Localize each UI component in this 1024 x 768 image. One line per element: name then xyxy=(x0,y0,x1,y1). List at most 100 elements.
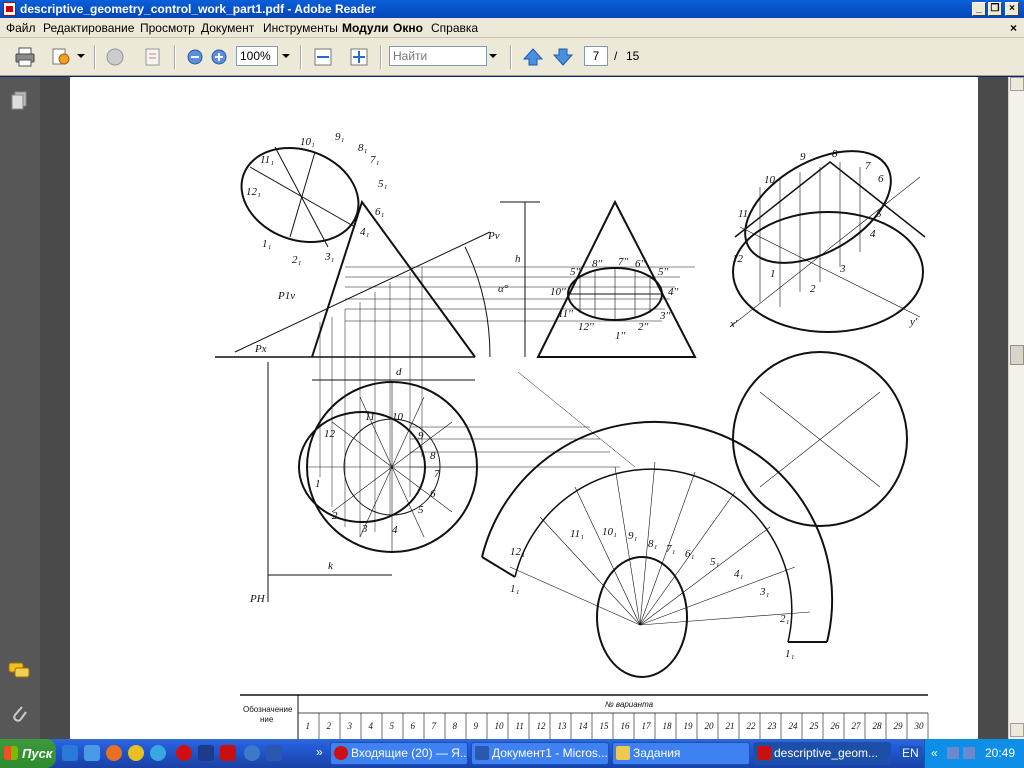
previous-page-icon[interactable] xyxy=(522,46,544,68)
task-label: Документ1 - Micros... xyxy=(492,746,608,760)
drawing-label: 3'' xyxy=(659,310,671,322)
menu-help[interactable]: Справка xyxy=(431,21,478,35)
firefox-icon[interactable] xyxy=(106,745,122,761)
drawing-label: 2 xyxy=(810,283,816,295)
zoom-out-icon[interactable] xyxy=(184,46,206,68)
variant-number: 24 xyxy=(789,721,799,731)
pages-panel-icon[interactable] xyxy=(10,91,28,111)
variant-number: 4 xyxy=(369,721,374,731)
task-adobe-reader[interactable]: descriptive_geom... xyxy=(753,742,891,765)
menu-tools[interactable]: Инструменты xyxy=(263,21,338,35)
menu-edit[interactable]: Редактирование xyxy=(43,21,134,35)
drawing-label: 12'' xyxy=(578,321,594,333)
drawing-label: 12 xyxy=(732,253,744,265)
fit-width-icon[interactable] xyxy=(312,46,334,68)
opera-icon[interactable] xyxy=(176,745,192,761)
variant-number: 21 xyxy=(726,721,735,731)
variant-number: 23 xyxy=(768,721,778,731)
scroll-thumb[interactable] xyxy=(1010,345,1024,365)
chevron-icon[interactable]: » xyxy=(316,745,323,759)
maximize-button[interactable]: ❐ xyxy=(988,2,1002,16)
app-icon[interactable] xyxy=(244,745,260,761)
attach-document-icon[interactable] xyxy=(142,46,164,68)
toolbar-separator xyxy=(510,45,512,69)
table-row-header-2: ние xyxy=(260,715,274,724)
fit-page-icon[interactable] xyxy=(348,46,370,68)
variant-number: 29 xyxy=(894,721,904,731)
opera-task-icon xyxy=(334,746,348,760)
zoom-dropdown-icon[interactable] xyxy=(279,46,293,66)
task-folder[interactable]: Задания xyxy=(612,742,750,765)
variant-number: 10 xyxy=(495,721,505,731)
task-word[interactable]: Документ1 - Micros... xyxy=(471,742,609,765)
page-separator: / xyxy=(614,49,618,63)
variant-number: 6 xyxy=(411,721,416,731)
drawing-label: 6₁ xyxy=(375,206,385,218)
comments-icon[interactable] xyxy=(8,661,30,681)
menu-document[interactable]: Документ xyxy=(201,21,254,35)
search-input[interactable] xyxy=(389,46,487,66)
language-indicator[interactable]: EN xyxy=(900,746,921,760)
drawing-label: 6 xyxy=(878,173,884,185)
taskbar: Пуск » Входящие (20) — Я... Документ1 - … xyxy=(0,739,1024,768)
drawing-label: 6₁ xyxy=(685,548,695,560)
zoom-in-icon[interactable] xyxy=(208,46,230,68)
drawing-label: 9 xyxy=(418,430,424,442)
acrobat-icon[interactable] xyxy=(220,745,236,761)
drawing-label: 10 xyxy=(764,174,776,186)
drawing-label: 4 xyxy=(392,524,398,536)
chrome-icon[interactable] xyxy=(128,745,144,761)
page-number-field[interactable]: 7 xyxy=(584,46,608,66)
zoom-level-field[interactable]: 100% xyxy=(236,46,278,66)
variant-number: 20 xyxy=(705,721,715,731)
drawing-label: 11'' xyxy=(558,308,574,320)
menu-file[interactable]: Файл xyxy=(6,21,36,35)
drawing-label: 6 xyxy=(430,488,436,500)
scroll-up-button[interactable] xyxy=(1010,77,1024,91)
drawing-label: 7₁ xyxy=(370,154,380,166)
variant-number: 1 xyxy=(306,721,311,731)
start-button[interactable]: Пуск xyxy=(0,739,56,768)
drawing-label: 10'' xyxy=(550,286,566,298)
close-button[interactable]: × xyxy=(1005,2,1019,16)
table-caption: № варианта xyxy=(605,700,654,709)
minimize-button[interactable]: _ xyxy=(972,2,986,16)
menu-plugins[interactable]: Модули xyxy=(342,21,388,35)
drawing-label: 10 xyxy=(392,411,404,423)
drawing-label: 5'' xyxy=(570,266,581,278)
network-icon[interactable] xyxy=(963,747,975,759)
search-dropdown-icon[interactable] xyxy=(486,46,500,66)
photoshop-icon[interactable] xyxy=(198,745,214,761)
menu-view[interactable]: Просмотр xyxy=(140,21,195,35)
network-icon[interactable] xyxy=(947,747,959,759)
drawing-label: 7'' xyxy=(618,256,629,268)
tray-expand-icon[interactable]: « xyxy=(931,739,938,768)
next-page-icon[interactable] xyxy=(552,46,574,68)
task-mail[interactable]: Входящие (20) — Я... xyxy=(330,742,468,765)
drawing-label: 3₁ xyxy=(759,586,770,598)
toolbar-separator xyxy=(94,45,96,69)
menu-window[interactable]: Окно xyxy=(393,21,423,35)
clock[interactable]: 20:49 xyxy=(985,739,1015,768)
outlook-icon[interactable] xyxy=(84,745,100,761)
variant-number: 28 xyxy=(873,721,883,731)
share-dropdown-icon[interactable] xyxy=(74,46,88,66)
document-close-icon[interactable]: × xyxy=(1010,21,1017,35)
document-area[interactable]: 11₁ 10₁ 9₁ 8₁ 7₁ 12₁ 5₁ 6₁ 4₁ 1₁ 2₁ 3₁ P… xyxy=(40,77,1008,739)
scroll-down-button[interactable] xyxy=(1010,723,1024,737)
collaborate-icon[interactable] xyxy=(104,46,126,68)
drawing-label: 1₁ xyxy=(262,238,272,250)
attachments-icon[interactable] xyxy=(10,703,28,725)
share-icon[interactable] xyxy=(50,46,72,68)
browser-icon[interactable] xyxy=(150,745,166,761)
drawing-label: k xyxy=(328,560,334,572)
drawing-label: 4 xyxy=(870,228,876,240)
ie-icon[interactable] xyxy=(62,745,78,761)
vertical-scrollbar[interactable] xyxy=(1008,77,1024,739)
variant-number: 3 xyxy=(347,721,353,731)
variant-number: 25 xyxy=(810,721,820,731)
drawing-label: 11₁ xyxy=(260,154,274,166)
print-icon[interactable] xyxy=(14,46,36,68)
technical-drawing: 11₁ 10₁ 9₁ 8₁ 7₁ 12₁ 5₁ 6₁ 4₁ 1₁ 2₁ 3₁ P… xyxy=(215,131,929,739)
word-icon[interactable] xyxy=(266,745,282,761)
